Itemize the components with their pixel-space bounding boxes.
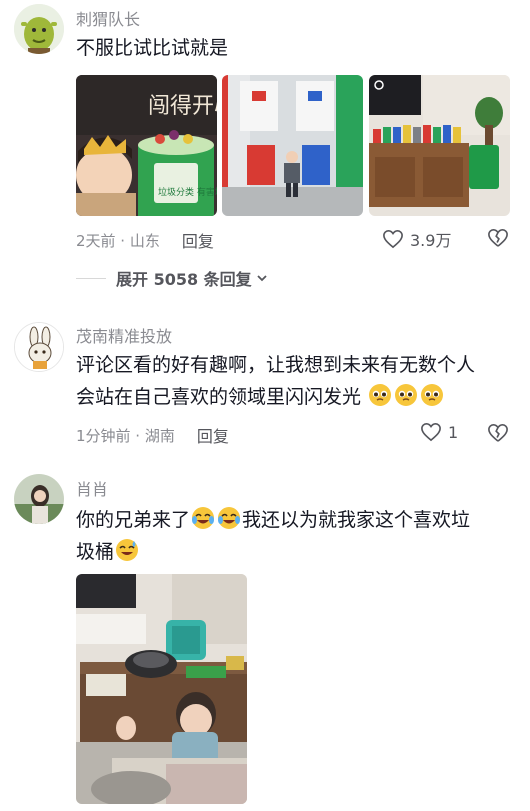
comment-text-part-1: 你的兄弟来了	[76, 509, 191, 531]
comment-text-part-3: 圾桶	[76, 541, 115, 563]
comment-text-part-2: 我还以为就我家这个喜欢垃	[242, 509, 471, 531]
comment-text-line-2: 圾桶	[76, 536, 516, 568]
user-avatar-image	[14, 474, 64, 524]
comment-text: 你的兄弟来了 我还以为就我家这个喜欢垃 圾桶	[76, 504, 516, 568]
photo-child-living-room	[76, 574, 247, 804]
sweat-smile-emoji	[116, 539, 139, 561]
avatar-user[interactable]	[14, 474, 64, 524]
crying-laughing-emoji	[218, 507, 241, 529]
username[interactable]: 肖肖	[76, 476, 108, 500]
comment-text-line-1: 你的兄弟来了 我还以为就我家这个喜欢垃	[76, 504, 516, 536]
comment-photo[interactable]	[76, 574, 247, 804]
comment-3: 肖肖 你的兄弟来了 我还以为就我家这个喜欢垃 圾桶	[0, 0, 530, 811]
crying-laughing-emoji	[192, 507, 215, 529]
